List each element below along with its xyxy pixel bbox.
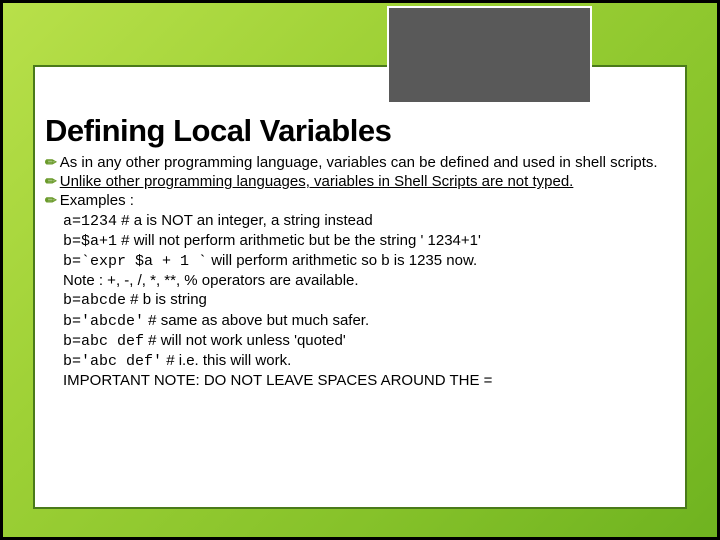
code-text: b='abcde' xyxy=(63,313,144,330)
bullet-item: ✏ Examples : xyxy=(45,191,697,210)
comment-text: # b is string xyxy=(126,291,207,308)
bullet-item: ✏ Unlike other programming languages, va… xyxy=(45,172,697,191)
bullet-icon: ✏ xyxy=(45,173,57,191)
code-text: b=`expr $a + 1 ` xyxy=(63,253,207,270)
bullet-icon: ✏ xyxy=(45,154,57,172)
comment-text: # will not perform arithmetic but be the… xyxy=(117,232,481,249)
example-line: b=abcde # b is string xyxy=(63,290,697,310)
example-line: b='abc def' # i.e. this will work. xyxy=(63,351,697,371)
example-line: b=abc def # will not work unless 'quoted… xyxy=(63,331,697,351)
code-text: a=1234 xyxy=(63,213,117,230)
code-text: b='abc def' xyxy=(63,353,162,370)
slide-title: Defining Local Variables xyxy=(45,113,391,149)
code-text: b=$a+1 xyxy=(63,233,117,250)
comment-text: will perform arithmetic so b is 1235 now… xyxy=(207,252,477,269)
example-line: b=$a+1 # will not perform arithmetic but… xyxy=(63,231,697,251)
bullet-text: As in any other programming language, va… xyxy=(60,153,697,172)
example-line: b=`expr $a + 1 ` will perform arithmetic… xyxy=(63,251,697,271)
example-note: Note : +, -, /, *, **, % operators are a… xyxy=(63,271,697,290)
comment-text: # a is NOT an integer, a string instead xyxy=(117,212,373,229)
slide-content: ✏ As in any other programming language, … xyxy=(45,153,697,390)
bullet-text: Unlike other programming languages, vari… xyxy=(60,172,697,191)
bullet-item: ✏ As in any other programming language, … xyxy=(45,153,697,172)
example-line: a=1234 # a is NOT an integer, a string i… xyxy=(63,211,697,231)
code-text: b=abc def xyxy=(63,333,144,350)
important-note: IMPORTANT NOTE: DO NOT LEAVE SPACES AROU… xyxy=(63,371,697,390)
bullet-icon: ✏ xyxy=(45,192,57,210)
decorative-box xyxy=(387,6,592,104)
comment-text: # i.e. this will work. xyxy=(162,352,291,369)
comment-text: # same as above but much safer. xyxy=(144,312,369,329)
example-line: b='abcde' # same as above but much safer… xyxy=(63,311,697,331)
slide-background: Defining Local Variables ✏ As in any oth… xyxy=(3,3,717,537)
comment-text: # will not work unless 'quoted' xyxy=(144,332,346,349)
bullet-text: Examples : xyxy=(60,191,697,210)
code-text: b=abcde xyxy=(63,292,126,309)
